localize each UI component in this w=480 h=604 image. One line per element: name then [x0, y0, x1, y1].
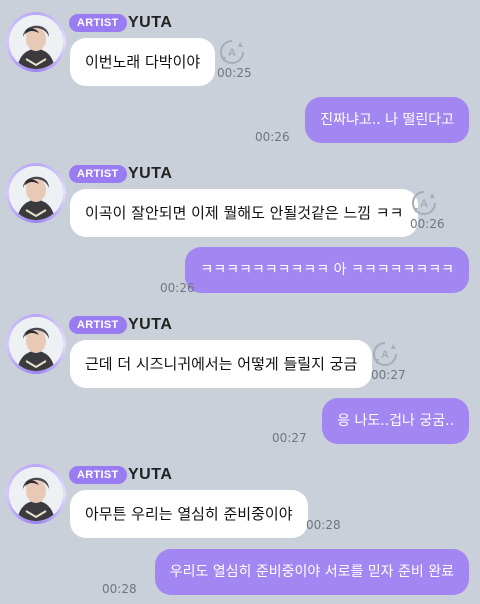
- message-timestamp: 00:26: [410, 217, 445, 231]
- chat-thread: ARTIST YUTA 이번노래 다박이야 A 00:25 진짜냐고.. 나 떨…: [0, 0, 480, 604]
- message-timestamp: 00:28: [306, 518, 341, 532]
- artist-badge: ARTIST: [69, 14, 127, 32]
- message-timestamp: 00:27: [371, 368, 406, 382]
- svg-text:A: A: [228, 47, 236, 59]
- artist-name: YUTA: [128, 466, 173, 483]
- avatar[interactable]: [6, 163, 66, 223]
- outgoing-message-bubble[interactable]: ㅋㅋㅋㅋㅋㅋㅋㅋㅋㅋ 아 ㅋㅋㅋㅋㅋㅋㅋㅋ: [185, 247, 469, 293]
- message-timestamp: 00:25: [217, 66, 252, 80]
- incoming-message-bubble[interactable]: 이곡이 잘안되면 이제 뭘해도 안될것같은 느낌 ㅋㅋ: [70, 189, 419, 237]
- svg-text:A: A: [420, 198, 428, 210]
- artist-name: YUTA: [128, 14, 173, 31]
- translate-icon[interactable]: A: [218, 38, 246, 66]
- avatar[interactable]: [6, 314, 66, 374]
- message-timestamp: 00:27: [272, 431, 307, 445]
- avatar[interactable]: [6, 464, 66, 524]
- avatar[interactable]: [6, 12, 66, 72]
- artist-badge: ARTIST: [69, 466, 127, 484]
- artist-name: YUTA: [128, 316, 173, 333]
- message-timestamp: 00:26: [160, 281, 195, 295]
- translate-icon[interactable]: A: [410, 189, 438, 217]
- translate-icon[interactable]: A: [371, 340, 399, 368]
- artist-badge: ARTIST: [69, 165, 127, 183]
- incoming-message-bubble[interactable]: 근데 더 시즈니귀에서는 어떻게 들릴지 궁금: [70, 340, 373, 388]
- incoming-message-bubble[interactable]: 아무튼 우리는 열심히 준비중이야: [70, 490, 308, 538]
- artist-name: YUTA: [128, 165, 173, 182]
- svg-text:A: A: [381, 349, 389, 361]
- artist-badge: ARTIST: [69, 316, 127, 334]
- message-timestamp: 00:28: [102, 582, 137, 596]
- outgoing-message-bubble[interactable]: 우리도 열심히 준비중이야 서로를 믿자 준비 완료: [154, 549, 469, 595]
- outgoing-message-bubble[interactable]: 응 나도..겁나 궁굼..: [322, 398, 469, 444]
- message-timestamp: 00:26: [255, 130, 290, 144]
- incoming-message-bubble[interactable]: 이번노래 다박이야: [70, 38, 216, 86]
- outgoing-message-bubble[interactable]: 진짜냐고.. 나 떨린다고: [305, 97, 469, 143]
